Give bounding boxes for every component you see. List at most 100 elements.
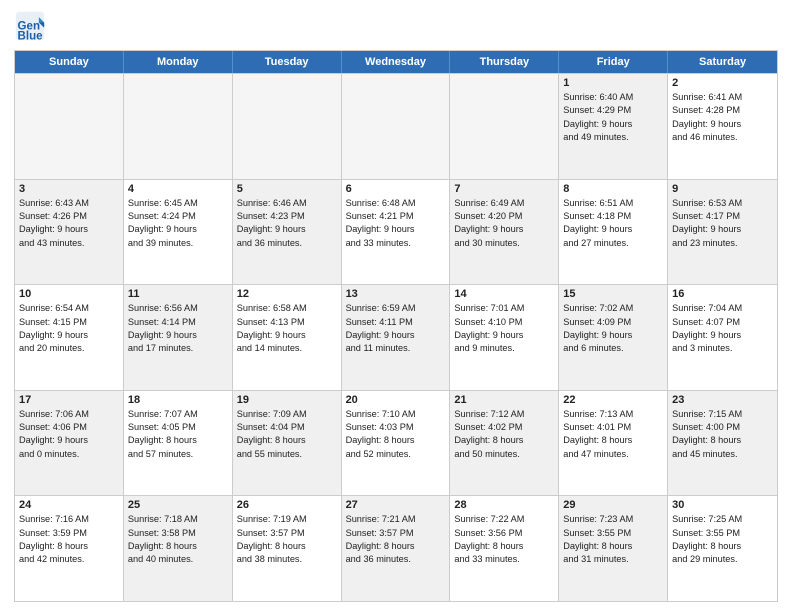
day-number: 7 — [454, 183, 554, 195]
cell-details: Sunrise: 7:23 AMSunset: 3:55 PMDaylight:… — [563, 513, 663, 566]
cell-line: Sunset: 4:07 PM — [672, 316, 773, 329]
cell-details: Sunrise: 7:18 AMSunset: 3:58 PMDaylight:… — [128, 513, 228, 566]
cell-line: and 47 minutes. — [563, 448, 663, 461]
cell-line: and 39 minutes. — [128, 237, 228, 250]
cell-details: Sunrise: 7:07 AMSunset: 4:05 PMDaylight:… — [128, 408, 228, 461]
cell-line: and 38 minutes. — [237, 553, 337, 566]
cell-line: and 6 minutes. — [563, 342, 663, 355]
cell-line: Sunrise: 7:18 AM — [128, 513, 228, 526]
cell-line: Sunset: 3:58 PM — [128, 527, 228, 540]
cell-details: Sunrise: 6:40 AMSunset: 4:29 PMDaylight:… — [563, 91, 663, 144]
calendar: SundayMondayTuesdayWednesdayThursdayFrid… — [14, 50, 778, 602]
calendar-row: 10Sunrise: 6:54 AMSunset: 4:15 PMDayligh… — [15, 284, 777, 390]
cell-details: Sunrise: 6:53 AMSunset: 4:17 PMDaylight:… — [672, 197, 773, 250]
cell-line: Sunrise: 7:02 AM — [563, 302, 663, 315]
calendar-cell: 28Sunrise: 7:22 AMSunset: 3:56 PMDayligh… — [450, 496, 559, 601]
calendar-cell: 18Sunrise: 7:07 AMSunset: 4:05 PMDayligh… — [124, 391, 233, 496]
cell-line: Daylight: 9 hours — [128, 223, 228, 236]
day-number: 12 — [237, 288, 337, 300]
cell-line: Daylight: 8 hours — [672, 434, 773, 447]
cell-details: Sunrise: 7:04 AMSunset: 4:07 PMDaylight:… — [672, 302, 773, 355]
cell-line: Daylight: 8 hours — [19, 540, 119, 553]
calendar-cell: 2Sunrise: 6:41 AMSunset: 4:28 PMDaylight… — [668, 74, 777, 179]
day-number: 8 — [563, 183, 663, 195]
calendar-cell: 14Sunrise: 7:01 AMSunset: 4:10 PMDayligh… — [450, 285, 559, 390]
cell-line: Sunrise: 6:41 AM — [672, 91, 773, 104]
cell-line: Daylight: 9 hours — [19, 329, 119, 342]
cell-line: Sunset: 3:55 PM — [563, 527, 663, 540]
cell-line: and 46 minutes. — [672, 131, 773, 144]
day-number: 28 — [454, 499, 554, 511]
cell-line: and 31 minutes. — [563, 553, 663, 566]
cell-line: Sunrise: 7:07 AM — [128, 408, 228, 421]
calendar-row: 1 Sunrise: 6:40 AMSunset: 4:29 PMDaylight… — [15, 73, 777, 179]
cell-line: Sunset: 4:02 PM — [454, 421, 554, 434]
cell-line: Sunrise: 7:13 AM — [563, 408, 663, 421]
cell-details: Sunrise: 6:45 AMSunset: 4:24 PMDaylight:… — [128, 197, 228, 250]
cell-details: Sunrise: 6:49 AMSunset: 4:20 PMDaylight:… — [454, 197, 554, 250]
calendar-cell — [342, 74, 451, 179]
cell-details: Sunrise: 7:15 AMSunset: 4:00 PMDaylight:… — [672, 408, 773, 461]
calendar-cell — [233, 74, 342, 179]
cell-line: Sunrise: 6:46 AM — [237, 197, 337, 210]
cell-line: Sunrise: 7:21 AM — [346, 513, 446, 526]
cell-line: Sunset: 4:01 PM — [563, 421, 663, 434]
cell-line: Sunrise: 6:56 AM — [128, 302, 228, 315]
day-number: 17 — [19, 394, 119, 406]
cell-line: Daylight: 9 hours — [672, 118, 773, 131]
cell-details: Sunrise: 6:54 AMSunset: 4:15 PMDaylight:… — [19, 302, 119, 355]
cell-line: Sunset: 3:55 PM — [672, 527, 773, 540]
cell-line: Sunrise: 6:48 AM — [346, 197, 446, 210]
cell-details: Sunrise: 7:12 AMSunset: 4:02 PMDaylight:… — [454, 408, 554, 461]
cell-line: Sunrise: 7:09 AM — [237, 408, 337, 421]
cell-line: Sunset: 4:00 PM — [672, 421, 773, 434]
cell-line: Sunset: 4:06 PM — [19, 421, 119, 434]
cell-line: Sunrise: 7:25 AM — [672, 513, 773, 526]
cell-line: Sunset: 4:17 PM — [672, 210, 773, 223]
cell-details: Sunrise: 7:21 AMSunset: 3:57 PMDaylight:… — [346, 513, 446, 566]
cell-line: Sunset: 4:26 PM — [19, 210, 119, 223]
cell-line: Sunset: 3:57 PM — [346, 527, 446, 540]
cell-line: Daylight: 9 hours — [563, 223, 663, 236]
day-number: 24 — [19, 499, 119, 511]
cell-line: Daylight: 9 hours — [128, 329, 228, 342]
day-number: 29 — [563, 499, 663, 511]
cell-line: and 57 minutes. — [128, 448, 228, 461]
cell-details: Sunrise: 7:16 AMSunset: 3:59 PMDaylight:… — [19, 513, 119, 566]
day-number: 11 — [128, 288, 228, 300]
day-number: 26 — [237, 499, 337, 511]
cell-line: Sunset: 4:11 PM — [346, 316, 446, 329]
cell-line: Daylight: 9 hours — [454, 223, 554, 236]
cell-details: Sunrise: 6:51 AMSunset: 4:18 PMDaylight:… — [563, 197, 663, 250]
cell-details: Sunrise: 7:06 AMSunset: 4:06 PMDaylight:… — [19, 408, 119, 461]
cell-line: and 20 minutes. — [19, 342, 119, 355]
header: Gen Blue — [14, 10, 778, 42]
cell-line: Daylight: 8 hours — [346, 540, 446, 553]
cell-details: Sunrise: 7:02 AMSunset: 4:09 PMDaylight:… — [563, 302, 663, 355]
calendar-cell: 11 Sunrise: 6:56 AMSunset: 4:14 PMDayligh… — [124, 285, 233, 390]
cell-line: Sunset: 4:29 PM — [563, 104, 663, 117]
calendar-body: 1 Sunrise: 6:40 AMSunset: 4:29 PMDaylight… — [15, 73, 777, 601]
cell-line: Daylight: 8 hours — [128, 540, 228, 553]
cell-line: and 52 minutes. — [346, 448, 446, 461]
cell-line: Sunset: 4:14 PM — [128, 316, 228, 329]
day-number: 6 — [346, 183, 446, 195]
day-number: 1 — [563, 77, 663, 89]
day-number: 4 — [128, 183, 228, 195]
cell-line: Sunset: 4:13 PM — [237, 316, 337, 329]
cell-line: Sunset: 3:57 PM — [237, 527, 337, 540]
cell-line: Sunrise: 7:22 AM — [454, 513, 554, 526]
day-number: 30 — [672, 499, 773, 511]
cell-line: Sunrise: 6:53 AM — [672, 197, 773, 210]
cell-line: and 33 minutes. — [346, 237, 446, 250]
calendar-cell: 6Sunrise: 6:48 AMSunset: 4:21 PMDaylight… — [342, 180, 451, 285]
cell-line: Daylight: 9 hours — [563, 329, 663, 342]
cell-line: Sunrise: 7:16 AM — [19, 513, 119, 526]
logo-icon: Gen Blue — [14, 10, 46, 42]
calendar-header: SundayMondayTuesdayWednesdayThursdayFrid… — [15, 51, 777, 73]
cell-line: Daylight: 9 hours — [19, 223, 119, 236]
cell-line: Daylight: 9 hours — [237, 329, 337, 342]
cell-line: and 45 minutes. — [672, 448, 773, 461]
calendar-cell: 30Sunrise: 7:25 AMSunset: 3:55 PMDayligh… — [668, 496, 777, 601]
cell-line: Sunrise: 7:01 AM — [454, 302, 554, 315]
